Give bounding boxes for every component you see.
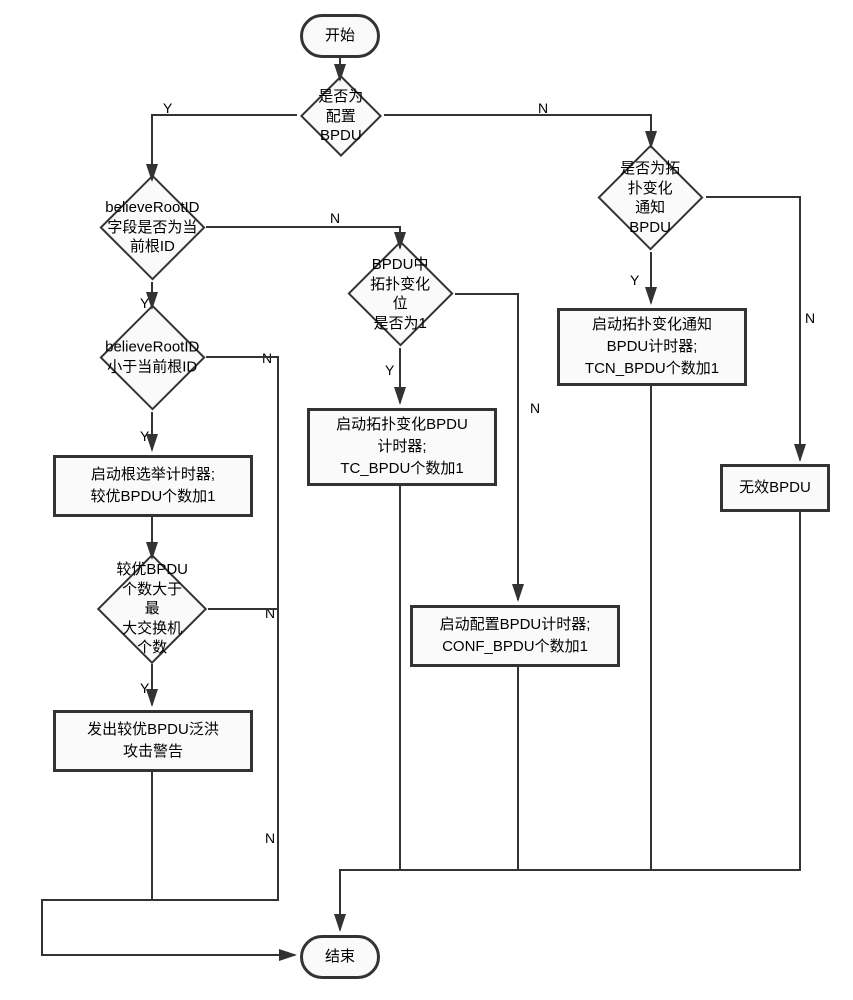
edge-label-n: N	[265, 605, 275, 621]
p4a-label: 启动配置BPDU计时器;	[440, 616, 591, 633]
edge-label-y: Y	[385, 362, 394, 378]
process-conf-bpdu-timer: 启动配置BPDU计时器; CONF_BPDU个数加1	[410, 605, 620, 667]
d1-label: 是否为配置BPDU	[318, 88, 363, 144]
p3c-label: TC_BPDU个数加1	[340, 460, 463, 477]
p4b-label: CONF_BPDU个数加1	[442, 638, 588, 655]
p3a-label: 启动拓扑变化BPDU	[336, 416, 468, 433]
edge-label-n: N	[262, 350, 272, 366]
end-terminal: 结束	[300, 935, 380, 979]
edge-label-y: Y	[163, 100, 172, 116]
d3a-label: believeRootID	[105, 339, 199, 356]
d2a-label: believeRootID	[105, 199, 199, 216]
d5b-label: 是否为1	[374, 314, 427, 331]
process-flood-attack-warning: 发出较优BPDU泛洪攻击警告	[53, 710, 253, 772]
d3b-label: 小于当前根ID	[107, 359, 197, 376]
p2b-label: 攻击警告	[123, 743, 183, 760]
edge-label-y: Y	[140, 295, 149, 311]
process-tcn-bpdu-timer: 启动拓扑变化通知 BPDU计时器; TCN_BPDU个数加1	[557, 308, 747, 386]
p6-label: 无效BPDU	[739, 477, 811, 499]
p2a-label: 发出较优BPDU泛洪	[87, 721, 219, 738]
d6b-label: 通知BPDU	[630, 199, 672, 236]
edge-label-n: N	[538, 100, 548, 116]
process-tc-bpdu-timer: 启动拓扑变化BPDU 计时器; TC_BPDU个数加1	[307, 408, 497, 486]
p5a-label: 启动拓扑变化通知	[592, 316, 712, 333]
p5b-label: BPDU计时器;	[607, 338, 698, 355]
p3b-label: 计时器;	[377, 438, 426, 455]
p5c-label: TCN_BPDU个数加1	[585, 360, 719, 377]
decision-root-id-smaller: believeRootID 小于当前根ID	[99, 304, 205, 410]
start-terminal: 开始	[300, 14, 380, 58]
decision-config-bpdu: 是否为配置BPDU	[300, 75, 382, 157]
edge-label-y: Y	[140, 680, 149, 696]
edge-label-n: N	[530, 400, 540, 416]
edge-label-n: N	[805, 310, 815, 326]
decision-topology-bit: BPDU中拓扑变化位是否为1	[347, 240, 453, 346]
d6a-label: 是否为拓扑变化	[620, 160, 680, 197]
end-label: 结束	[325, 946, 355, 968]
d5a-label: BPDU中拓扑变化位	[370, 256, 430, 312]
d4a-label: 较优BPDU个数大于最	[116, 561, 188, 617]
p1a-label: 启动根选举计时器;	[91, 466, 215, 483]
d2b-label: 字段是否为当前根ID	[107, 219, 197, 256]
decision-topology-change-notify: 是否为拓扑变化通知BPDU	[597, 144, 703, 250]
process-invalid-bpdu: 无效BPDU	[720, 464, 830, 512]
edge-label-y: Y	[630, 272, 639, 288]
edge-label-n: N	[265, 830, 275, 846]
start-label: 开始	[325, 25, 355, 47]
process-root-election-timer: 启动根选举计时器; 较优BPDU个数加1	[53, 455, 253, 517]
p1b-label: 较优BPDU个数加1	[90, 488, 215, 505]
d4b-label: 大交换机个数	[122, 620, 182, 657]
edge-label-y: Y	[140, 428, 149, 444]
edge-label-n: N	[330, 210, 340, 226]
decision-believe-root-id: believeRootID 字段是否为当前根ID	[99, 174, 205, 280]
decision-bpdu-count-max: 较优BPDU个数大于最大交换机个数	[97, 554, 207, 664]
